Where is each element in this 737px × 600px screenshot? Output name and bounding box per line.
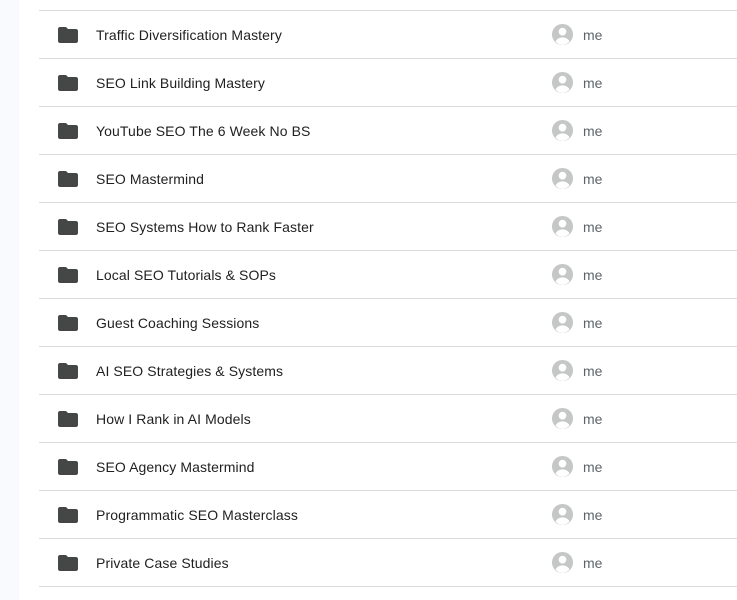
folder-icon <box>58 555 78 571</box>
person-avatar-icon <box>551 455 574 478</box>
file-name: Guest Coaching Sessions <box>96 314 260 331</box>
person-avatar-icon <box>551 407 574 430</box>
folder-icon <box>58 123 78 139</box>
owner-name: me <box>583 506 603 523</box>
owner-name: me <box>583 362 603 379</box>
person-avatar-icon <box>551 119 574 142</box>
file-row[interactable]: AI SEO Strategies & Systems me <box>39 347 737 395</box>
person-avatar-icon <box>551 167 574 190</box>
file-row[interactable]: Local SEO Tutorials & SOPs me <box>39 251 737 299</box>
person-avatar-icon <box>551 215 574 238</box>
folder-icon <box>58 315 78 331</box>
file-name: Local SEO Tutorials & SOPs <box>96 266 277 283</box>
file-row[interactable]: Private Case Studies me <box>39 539 737 587</box>
file-row[interactable]: SEO Agency Mastermind me <box>39 443 737 491</box>
file-name: SEO Link Building Mastery <box>96 74 266 91</box>
owner-name: me <box>583 266 603 283</box>
folder-icon <box>58 267 78 283</box>
file-row[interactable]: SEO Systems How to Rank Faster me <box>39 203 737 251</box>
left-sidebar-edge <box>0 0 19 600</box>
folder-icon <box>58 363 78 379</box>
folder-icon <box>58 459 78 475</box>
folder-icon <box>58 75 78 91</box>
drive-file-list-page: Traffic Diversification Mastery me SEO L… <box>0 0 737 600</box>
owner-name: me <box>583 74 603 91</box>
file-list: Traffic Diversification Mastery me SEO L… <box>39 10 737 587</box>
owner-name: me <box>583 26 603 43</box>
file-name: SEO Agency Mastermind <box>96 458 255 475</box>
file-row[interactable]: Programmatic SEO Masterclass me <box>39 491 737 539</box>
file-name: How I Rank in AI Models <box>96 410 251 427</box>
file-name: YouTube SEO The 6 Week No BS <box>96 122 311 139</box>
person-avatar-icon <box>551 23 574 46</box>
owner-name: me <box>583 122 603 139</box>
file-name: Programmatic SEO Masterclass <box>96 506 298 523</box>
file-row[interactable]: How I Rank in AI Models me <box>39 395 737 443</box>
owner-name: me <box>583 458 603 475</box>
person-avatar-icon <box>551 359 574 382</box>
folder-icon <box>58 171 78 187</box>
owner-name: me <box>583 218 603 235</box>
owner-name: me <box>583 170 603 187</box>
owner-name: me <box>583 554 603 571</box>
folder-icon <box>58 219 78 235</box>
file-name: Private Case Studies <box>96 554 229 571</box>
folder-icon <box>58 27 78 43</box>
owner-name: me <box>583 314 603 331</box>
file-name: SEO Mastermind <box>96 170 204 187</box>
person-avatar-icon <box>551 263 574 286</box>
file-row[interactable]: SEO Mastermind me <box>39 155 737 203</box>
person-avatar-icon <box>551 311 574 334</box>
file-row[interactable]: Guest Coaching Sessions me <box>39 299 737 347</box>
owner-name: me <box>583 410 603 427</box>
file-name: AI SEO Strategies & Systems <box>96 362 284 379</box>
file-name: SEO Systems How to Rank Faster <box>96 218 314 235</box>
file-name: Traffic Diversification Mastery <box>96 26 282 43</box>
person-avatar-icon <box>551 503 574 526</box>
person-avatar-icon <box>551 551 574 574</box>
file-row[interactable]: SEO Link Building Mastery me <box>39 59 737 107</box>
folder-icon <box>58 411 78 427</box>
file-row[interactable]: YouTube SEO The 6 Week No BS me <box>39 107 737 155</box>
folder-icon <box>58 507 78 523</box>
person-avatar-icon <box>551 71 574 94</box>
file-row[interactable]: Traffic Diversification Mastery me <box>39 11 737 59</box>
